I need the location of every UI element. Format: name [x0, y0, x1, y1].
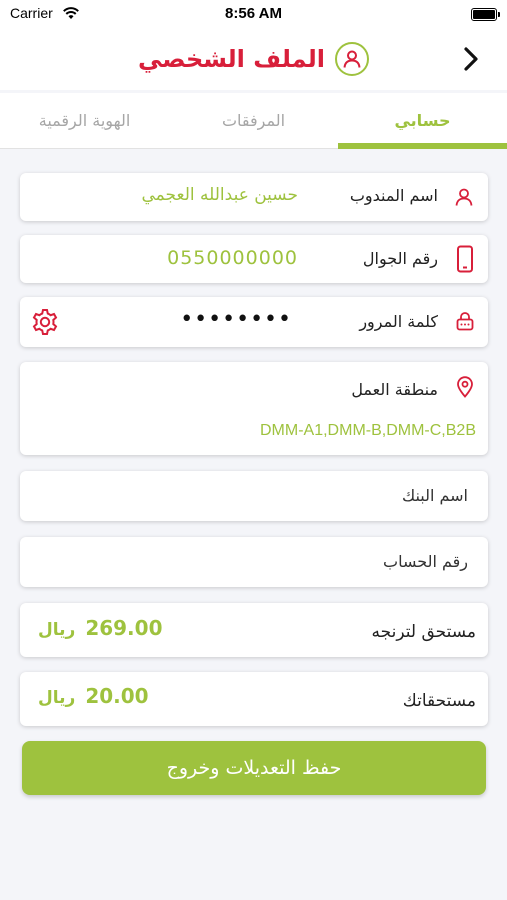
- due-transfer-amount: 269.00: [85, 616, 163, 640]
- save-and-exit-button[interactable]: حفظ التعديلات وخروج: [22, 741, 486, 795]
- user-icon: [454, 187, 474, 211]
- due-transfer-label: مستحق لترنجه: [371, 622, 476, 642]
- password-field[interactable]: كلمة المرور ••••••••: [20, 297, 488, 347]
- dues-label: مستحقاتك: [402, 691, 476, 711]
- clock-time: 8:56 AM: [225, 5, 282, 22]
- page-title: الملف الشخصي: [138, 45, 325, 73]
- dues-amount: 20.00: [85, 684, 149, 708]
- dues-card: مستحقاتك ريال 20.00: [20, 672, 488, 726]
- agent-name-label: اسم المندوب: [349, 186, 438, 205]
- account-number-label: رقم الحساب: [383, 552, 468, 571]
- app-header: الملف الشخصي: [0, 30, 507, 90]
- tab-digital-id[interactable]: الهوية الرقمية: [0, 93, 169, 148]
- header-title-group: الملف الشخصي: [0, 42, 507, 76]
- gear-icon[interactable]: [30, 307, 60, 341]
- lock-icon: [456, 311, 474, 335]
- agent-name-value: حسين عبدالله العجمي: [141, 185, 298, 205]
- mobile-field[interactable]: رقم الجوال 0550000000: [20, 235, 488, 283]
- back-chevron-icon: [464, 47, 478, 71]
- due-transfer-amount-group: ريال 269.00: [38, 616, 163, 640]
- location-pin-icon: [456, 376, 474, 402]
- work-area-field[interactable]: منطقة العمل DMM-A1,DMM-B,DMM-C,B2B: [20, 362, 488, 455]
- due-transfer-currency: ريال: [38, 620, 76, 640]
- password-label: كلمة المرور: [359, 312, 438, 331]
- due-transfer-card: مستحق لترنجه ريال 269.00: [20, 603, 488, 657]
- bank-name-field[interactable]: اسم البنك: [20, 471, 488, 521]
- account-number-field[interactable]: رقم الحساب: [20, 537, 488, 587]
- tab-attachments[interactable]: المرفقات: [169, 93, 338, 148]
- password-value: ••••••••: [180, 307, 292, 332]
- user-avatar-icon: [334, 42, 369, 76]
- battery-icon: [471, 8, 500, 21]
- bank-name-label: اسم البنك: [401, 486, 468, 505]
- work-area-value: DMM-A1,DMM-B,DMM-C,B2B: [260, 422, 476, 439]
- dues-currency: ريال: [38, 688, 76, 708]
- agent-name-field[interactable]: اسم المندوب حسين عبدالله العجمي: [20, 173, 488, 221]
- dues-amount-group: ريال 20.00: [38, 684, 149, 708]
- work-area-label: منطقة العمل: [351, 380, 438, 399]
- mobile-value: 0550000000: [167, 247, 298, 269]
- back-button[interactable]: [461, 44, 481, 74]
- tab-bar: حسابي المرفقات الهوية الرقمية: [0, 93, 507, 149]
- mobile-label: رقم الجوال: [362, 249, 438, 268]
- status-bar: Carrier 8:56 AM: [0, 0, 507, 30]
- phone-icon: [456, 245, 474, 277]
- tab-my-account[interactable]: حسابي: [338, 93, 507, 149]
